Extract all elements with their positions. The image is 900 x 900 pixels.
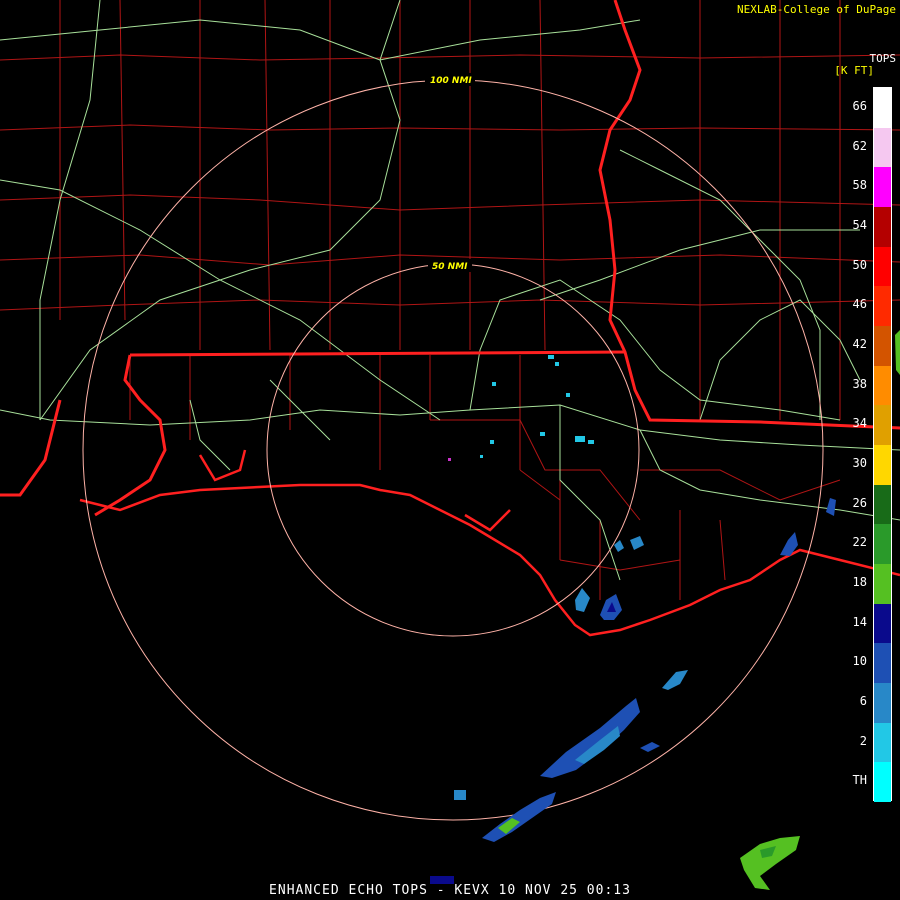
tick-label: 42 bbox=[852, 336, 867, 351]
color-swatch bbox=[874, 365, 891, 406]
legend-unit: [K FT] bbox=[834, 64, 874, 77]
color-scale-bar bbox=[873, 87, 892, 802]
credit-label: NEXLAB-College of DuPage bbox=[737, 3, 896, 16]
ring-100nmi bbox=[82, 79, 824, 821]
tick-label: TH bbox=[852, 773, 867, 788]
county-boundaries bbox=[0, 0, 900, 600]
tick-label: 46 bbox=[852, 297, 867, 312]
tick-label: 58 bbox=[852, 178, 867, 193]
color-swatch bbox=[874, 127, 891, 168]
tick-label: 50 bbox=[852, 257, 867, 272]
color-swatch bbox=[874, 524, 891, 564]
tick-label: 54 bbox=[852, 217, 867, 232]
color-swatch bbox=[874, 325, 891, 366]
tick-label: 38 bbox=[852, 376, 867, 391]
ring-label-50: 50 NMI bbox=[432, 262, 468, 272]
color-swatch bbox=[874, 167, 891, 207]
tick-label: 62 bbox=[852, 138, 867, 153]
tick-label: 22 bbox=[852, 535, 867, 550]
tick-label: 66 bbox=[852, 98, 867, 113]
color-swatch bbox=[874, 88, 891, 128]
color-swatch bbox=[874, 444, 891, 485]
tick-label: 26 bbox=[852, 495, 867, 510]
tick-label: 10 bbox=[852, 654, 867, 669]
radar-map: 100 NMI 50 NMI bbox=[0, 0, 900, 890]
ring-label-100: 100 NMI bbox=[430, 76, 472, 86]
tick-label: 18 bbox=[852, 574, 867, 589]
coastline bbox=[79, 449, 900, 637]
color-swatch bbox=[874, 682, 891, 723]
ring-50nmi bbox=[266, 263, 640, 637]
product-footer: ENHANCED ECHO TOPS - KEVX 10 NOV 25 00:1… bbox=[269, 883, 631, 898]
color-swatch bbox=[874, 643, 891, 683]
echo-returns bbox=[430, 330, 900, 890]
tick-label: 6 bbox=[859, 693, 867, 708]
color-swatch bbox=[874, 206, 891, 247]
tick-label: 14 bbox=[852, 614, 867, 629]
color-swatch bbox=[874, 286, 891, 326]
tick-label: 30 bbox=[852, 455, 867, 470]
color-swatch bbox=[874, 603, 891, 644]
tick-label: 34 bbox=[852, 416, 867, 431]
color-swatch bbox=[874, 762, 891, 802]
color-swatch bbox=[874, 484, 891, 525]
tick-label: 2 bbox=[859, 733, 867, 748]
range-rings bbox=[82, 79, 824, 821]
color-swatch bbox=[874, 563, 891, 604]
color-swatch bbox=[874, 246, 891, 287]
color-swatch bbox=[874, 405, 891, 445]
color-swatch bbox=[874, 722, 891, 763]
